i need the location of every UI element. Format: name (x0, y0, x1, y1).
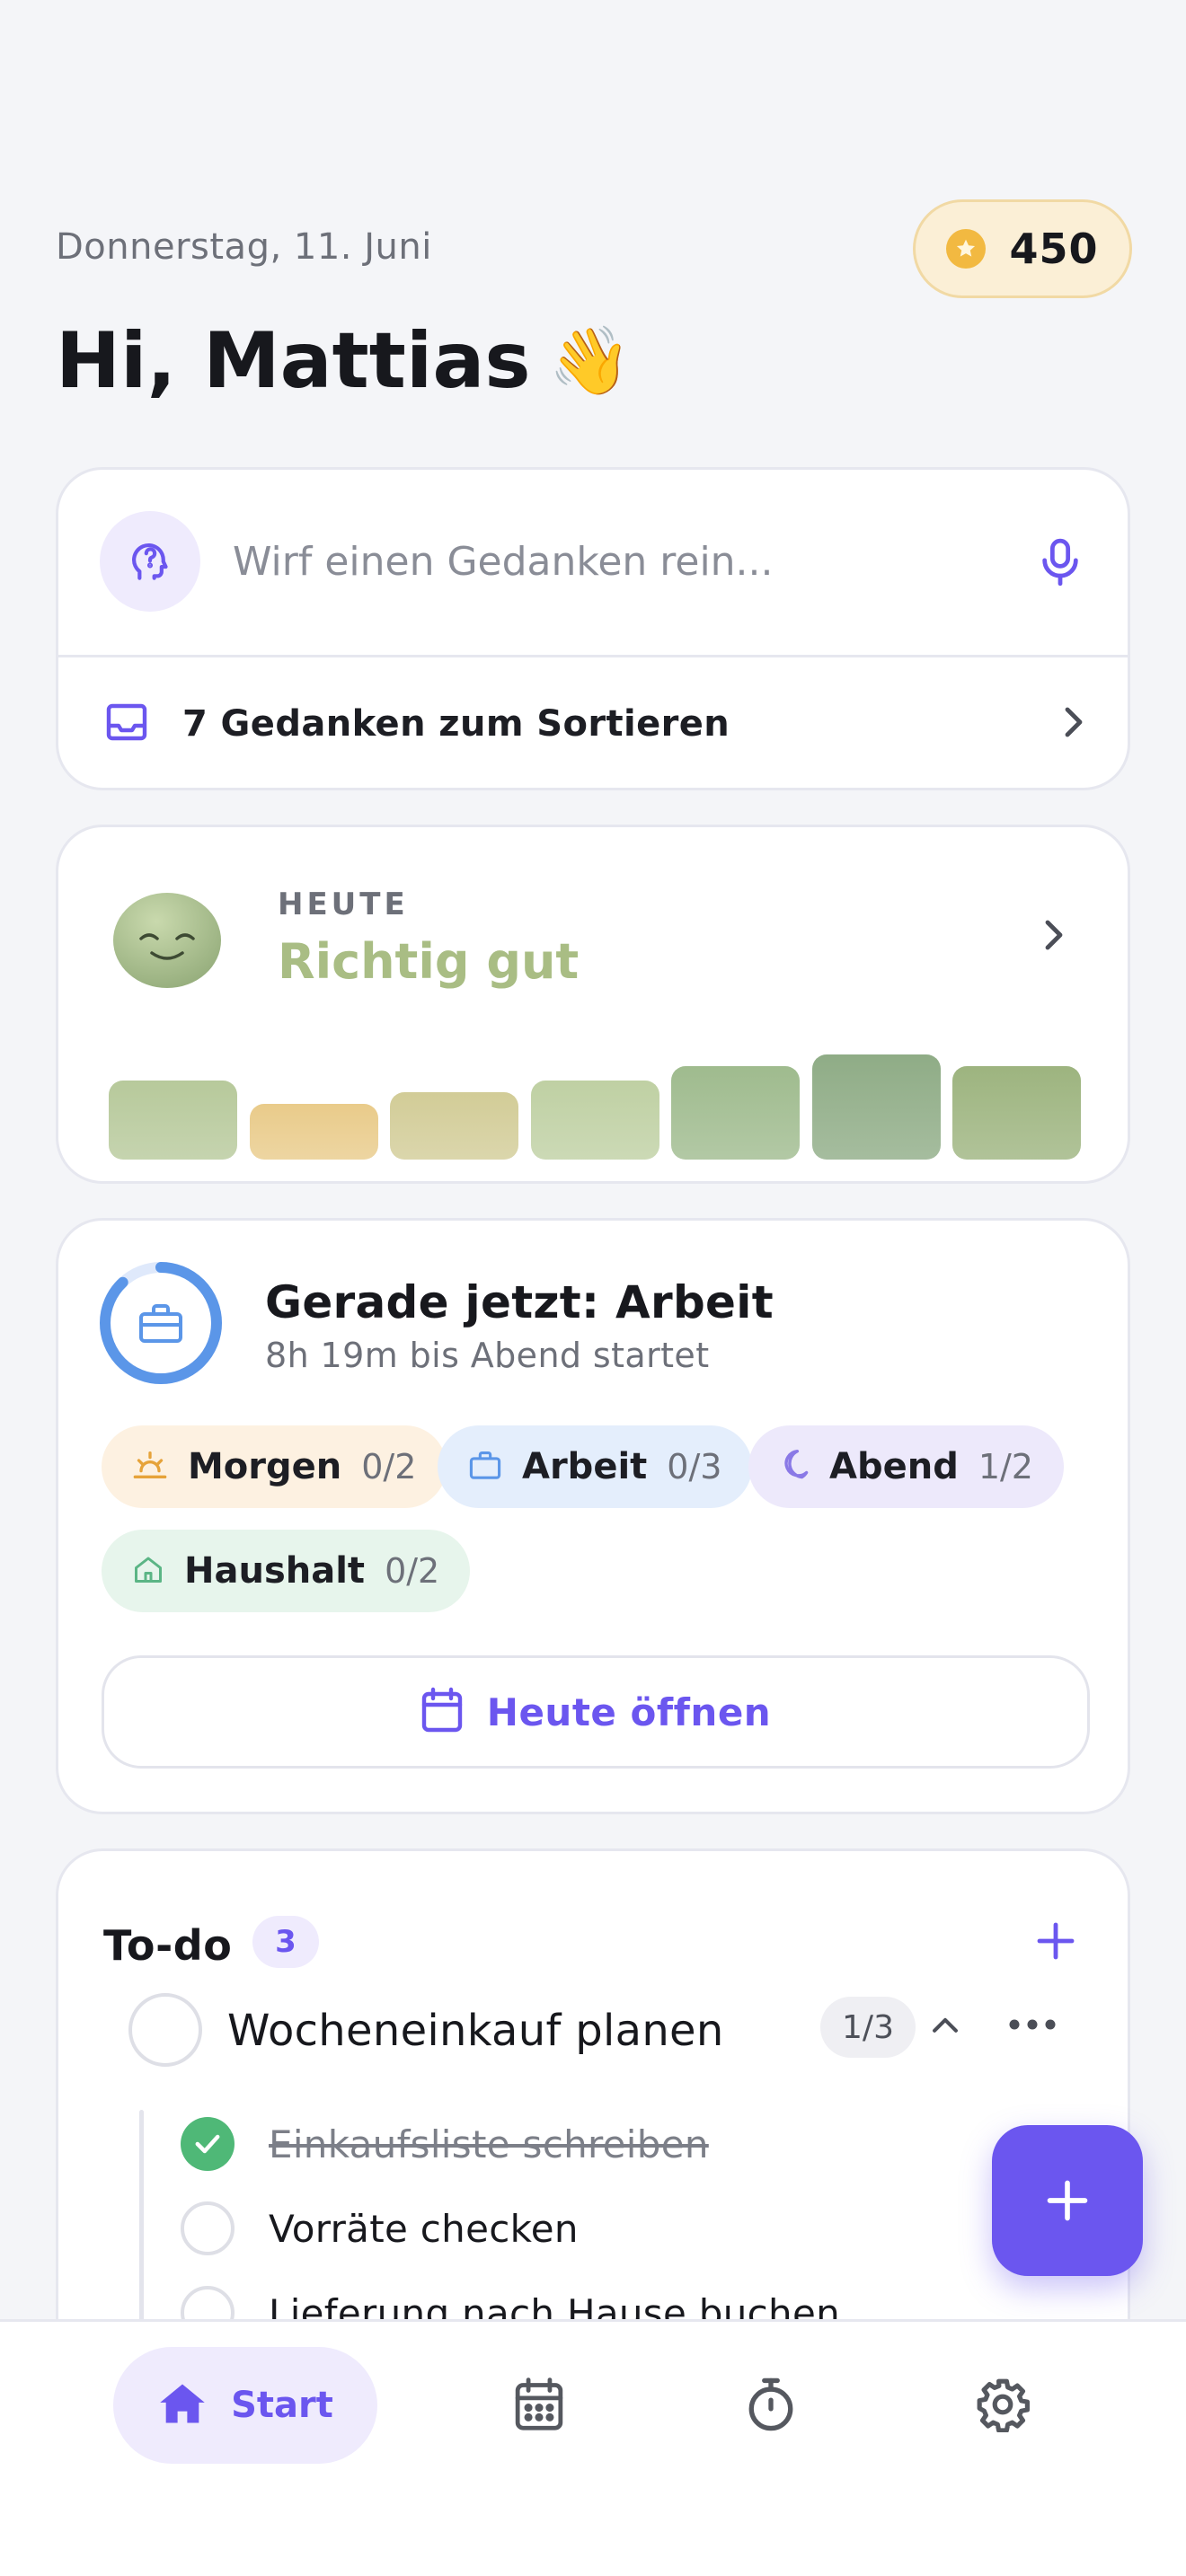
chip-count: 0/2 (385, 1551, 440, 1591)
chip-label: Abend (829, 1446, 959, 1487)
calendar-icon (420, 1687, 464, 1737)
bottom-navigation: Start (0, 2319, 1186, 2576)
settings-icon[interactable] (970, 2372, 1035, 2437)
mood-history-bar (109, 1081, 237, 1160)
subtask-checkbox-checked[interactable] (181, 2117, 235, 2171)
current-block-card: Gerade jetzt: Arbeit 8h 19m bis Abend st… (56, 1218, 1130, 1814)
progress-ring (98, 1260, 224, 1386)
chip-haushalt[interactable]: Haushalt 0/2 (102, 1530, 471, 1612)
todo-title: To-do (103, 1921, 233, 1970)
mood-history-bar (952, 1066, 1081, 1160)
greeting-text: Hi, Mattias (56, 316, 531, 406)
greeting-heading: Hi, Mattias 👋 (56, 316, 632, 406)
add-todo-button[interactable] (1034, 1919, 1077, 1966)
subtask-progress-badge: 1/3 (820, 1997, 916, 2058)
chip-abend[interactable]: Abend 1/2 (748, 1425, 1064, 1508)
more-options-icon[interactable] (1007, 2016, 1058, 2036)
task-label: Wocheneinkauf planen (227, 2006, 724, 2056)
mood-history-bar (249, 1104, 378, 1160)
chevron-right-icon (1059, 704, 1086, 744)
subtask-label-done: Einkaufsliste schreiben (269, 2122, 709, 2166)
chip-label: Haushalt (184, 1550, 366, 1592)
open-today-button[interactable]: Heute öffnen (102, 1655, 1090, 1769)
sort-thoughts-label: 7 Gedanken zum Sortieren (182, 703, 730, 745)
nav-label-start: Start (231, 2385, 333, 2426)
brain-question-icon[interactable] (100, 511, 200, 612)
open-today-label: Heute öffnen (486, 1689, 772, 1734)
sort-thoughts-row[interactable]: 7 Gedanken zum Sortieren (58, 657, 1128, 790)
briefcase-icon (137, 1301, 184, 1348)
date-label: Donnerstag, 11. Juni (56, 226, 432, 268)
todo-count-badge: 3 (252, 1916, 319, 1968)
mood-face-icon (111, 887, 224, 991)
chip-label: Arbeit (522, 1446, 648, 1487)
chevron-right-icon[interactable] (1040, 917, 1067, 957)
mood-title: Richtig gut (278, 933, 580, 990)
thought-input[interactable] (233, 524, 969, 599)
subtask-label: Vorräte checken (269, 2207, 579, 2251)
current-block-title: Gerade jetzt: Arbeit (265, 1276, 774, 1328)
chevron-up-icon[interactable] (930, 2013, 960, 2040)
coin-balance-pill[interactable]: 450 (913, 199, 1132, 298)
task-checkbox[interactable] (128, 1993, 202, 2067)
subtask-checkbox[interactable] (181, 2201, 235, 2255)
briefcase-icon (468, 1450, 502, 1484)
sunrise-icon (132, 1450, 168, 1484)
mood-history-bar (390, 1092, 518, 1160)
chip-count: 0/2 (361, 1447, 417, 1486)
mood-card[interactable]: HEUTE Richtig gut (56, 825, 1130, 1184)
calendar-icon[interactable] (507, 2372, 571, 2437)
chip-label: Morgen (188, 1446, 342, 1487)
thought-capture-card: 7 Gedanken zum Sortieren (56, 467, 1130, 790)
mood-history-bar (671, 1066, 800, 1160)
coin-count: 450 (1009, 225, 1099, 273)
home-icon (157, 2380, 208, 2430)
home-icon (132, 1554, 164, 1588)
inbox-icon (105, 702, 148, 745)
mood-kicker: HEUTE (278, 887, 409, 922)
chip-arbeit[interactable]: Arbeit 0/3 (438, 1425, 753, 1508)
mood-history-bars (109, 1043, 1083, 1160)
chip-morgen[interactable]: Morgen 0/2 (102, 1425, 447, 1508)
mood-history-bar (811, 1054, 941, 1160)
add-fab-button[interactable] (992, 2125, 1143, 2276)
timer-icon[interactable] (739, 2372, 803, 2437)
coin-star-icon (946, 229, 987, 269)
microphone-icon[interactable] (1029, 531, 1092, 594)
mood-history-bar (530, 1081, 659, 1160)
current-block-subtitle: 8h 19m bis Abend startet (265, 1336, 710, 1375)
chip-count: 0/3 (667, 1447, 722, 1486)
chip-count: 1/2 (978, 1447, 1033, 1486)
moon-icon (779, 1448, 810, 1486)
nav-item-start[interactable]: Start (113, 2347, 377, 2464)
waving-hand-emoji: 👋 (548, 322, 632, 400)
